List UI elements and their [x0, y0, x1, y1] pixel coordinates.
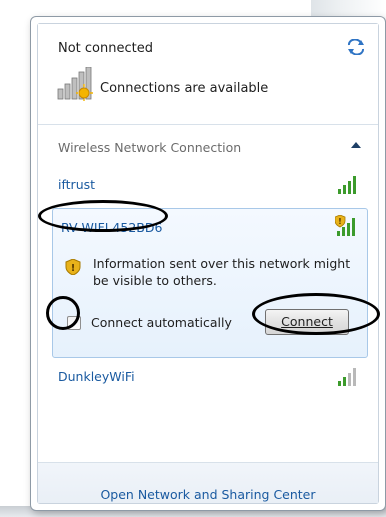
- connections-available-text: Connections are available: [100, 81, 269, 96]
- status-section: Not connected Connections are available: [38, 24, 378, 120]
- footer: Open Network and Sharing Center: [38, 463, 378, 503]
- wireless-section-header[interactable]: Wireless Network Connection: [58, 140, 241, 155]
- flyout-content: Not connected Connections are available …: [37, 23, 379, 504]
- signal-strength-icon: [338, 176, 356, 194]
- signal-strength-icon: [338, 368, 356, 386]
- shield-warning-icon: !: [65, 259, 81, 275]
- svg-text:!: !: [338, 217, 342, 226]
- network-name: DunkleyWiFi: [58, 369, 135, 384]
- connection-status-title: Not connected: [58, 41, 153, 56]
- selected-network-panel[interactable]: RV WIFI 452BD6 ! ! Information sent over…: [52, 208, 368, 358]
- chevron-up-icon[interactable]: [350, 140, 362, 150]
- connect-automatically-label[interactable]: Connect automatically: [91, 315, 232, 330]
- network-name: iftrust: [58, 177, 96, 192]
- network-name: RV WIFI 452BD6: [61, 220, 163, 235]
- refresh-icon[interactable]: [346, 39, 366, 55]
- divider: [38, 124, 378, 125]
- security-warning-text: Information sent over this network might…: [93, 256, 351, 288]
- svg-text:!: !: [71, 263, 76, 274]
- network-item-iftrust[interactable]: iftrust: [52, 172, 370, 198]
- connect-button[interactable]: Connect: [265, 309, 349, 335]
- connect-automatically-checkbox[interactable]: [67, 316, 81, 330]
- secured-signal-icon: !: [335, 215, 355, 236]
- network-flyout: Not connected Connections are available …: [30, 16, 386, 511]
- connections-available-icon: [57, 67, 93, 101]
- open-network-sharing-center-link[interactable]: Open Network and Sharing Center: [38, 487, 378, 502]
- network-item-dunkleywifi[interactable]: DunkleyWiFi: [52, 364, 370, 390]
